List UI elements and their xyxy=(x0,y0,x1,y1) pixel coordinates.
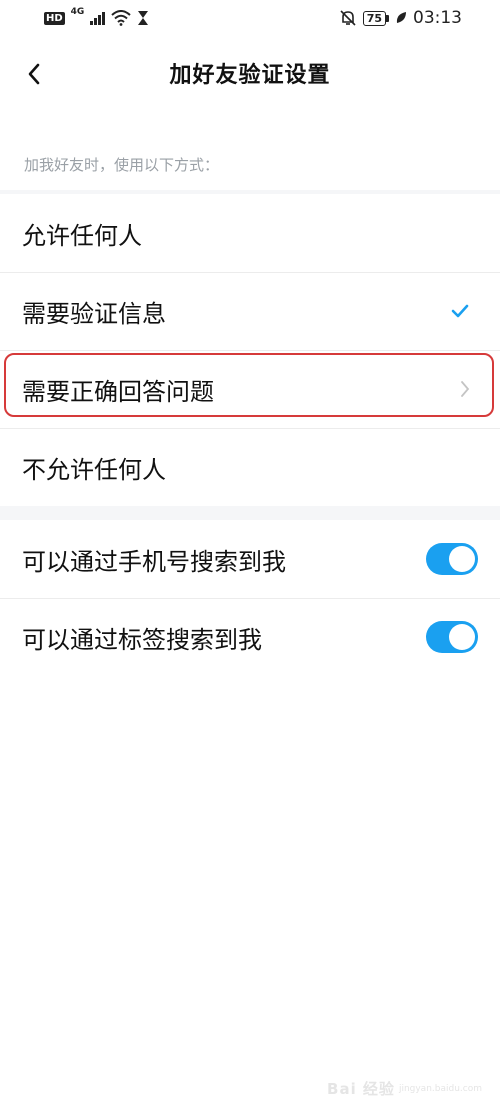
phone-search-toggle[interactable] xyxy=(426,543,478,575)
option-allow-none[interactable]: 不允许任何人 xyxy=(0,428,500,506)
toggle-row-phone: 可以通过手机号搜索到我 xyxy=(0,520,500,598)
search-settings: 可以通过手机号搜索到我 可以通过标签搜索到我 xyxy=(0,520,500,676)
status-left: HD 4G xyxy=(44,7,149,26)
nav-bar: 加好友验证设置 xyxy=(0,36,500,110)
option-label: 不允许任何人 xyxy=(22,455,166,484)
signal-icon xyxy=(90,11,106,25)
page-title: 加好友验证设置 xyxy=(169,63,331,88)
battery-icon: 75 xyxy=(362,10,389,26)
hourglass-icon xyxy=(138,11,149,25)
toggle-knob xyxy=(449,546,475,572)
mute-bell-icon xyxy=(340,10,356,26)
toggle-label: 可以通过手机号搜索到我 xyxy=(22,547,286,576)
section-header: 加我好友时，使用以下方式： xyxy=(0,110,500,190)
option-label: 允许任何人 xyxy=(22,221,142,250)
toggle-row-tag: 可以通过标签搜索到我 xyxy=(0,598,500,676)
tag-search-toggle[interactable] xyxy=(426,621,478,653)
back-button[interactable] xyxy=(14,54,54,94)
toggle-knob xyxy=(449,624,475,650)
hd-badge: HD xyxy=(44,11,65,25)
option-allow-anyone[interactable]: 允许任何人 xyxy=(0,194,500,272)
clock: 03:13 xyxy=(413,8,462,28)
watermark-sub: jingyan.baidu.com xyxy=(398,1083,482,1094)
toggle-label: 可以通过标签搜索到我 xyxy=(22,625,262,654)
network-type: 4G xyxy=(70,7,85,17)
watermark-text: Bai 经验 xyxy=(327,1080,395,1098)
status-bar: HD 4G 75 03:13 xyxy=(0,0,500,36)
battery-level: 75 xyxy=(362,10,386,26)
option-label: 需要正确回答问题 xyxy=(22,377,214,406)
chevron-left-icon xyxy=(28,63,40,85)
wifi-icon xyxy=(111,10,131,26)
chevron-right-icon xyxy=(461,381,470,397)
option-require-verification[interactable]: 需要验证信息 xyxy=(0,272,500,350)
content-blank-area: Bai 经验 jingyan.baidu.com xyxy=(0,676,500,1111)
verification-options: 允许任何人 需要验证信息 需要正确回答问题 不允许任何人 xyxy=(0,194,500,506)
option-require-answer[interactable]: 需要正确回答问题 xyxy=(0,350,500,428)
option-label: 需要验证信息 xyxy=(22,299,166,328)
leaf-icon xyxy=(396,12,406,23)
status-right: 75 03:13 xyxy=(339,8,462,28)
check-icon xyxy=(451,304,469,318)
watermark: Bai 经验 jingyan.baidu.com xyxy=(327,1078,482,1099)
